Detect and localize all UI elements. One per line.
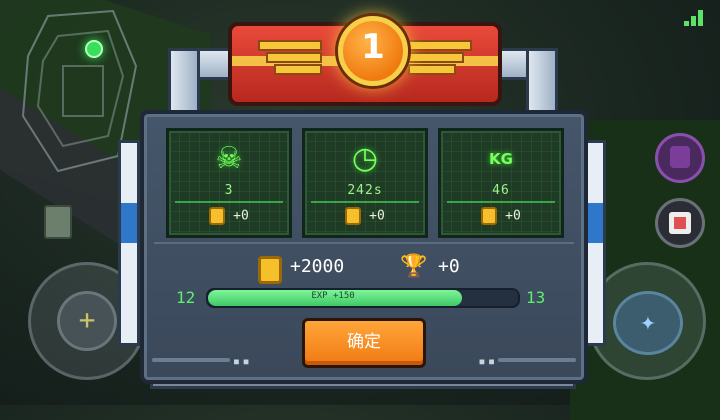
player-character <box>44 205 72 239</box>
trophy-icon: 🏆 <box>400 254 428 279</box>
skull-icon: ☠ <box>215 141 243 176</box>
panel-divider <box>154 242 574 244</box>
weight-value: 46 <box>492 183 510 198</box>
survival-time-value: 242s <box>347 183 383 198</box>
rank-banner: 1 <box>228 16 502 106</box>
experience-bar: EXP +150 <box>206 288 520 308</box>
frame-pipe-left <box>168 48 200 116</box>
rank-number: 1 <box>361 27 385 67</box>
plus-icon[interactable]: + <box>57 291 117 351</box>
action-icon[interactable]: ✦ <box>613 291 683 355</box>
clock-icon: ◷ <box>351 141 379 176</box>
frame-pipe-right <box>526 48 558 116</box>
trophy-reward: +0 <box>438 256 460 277</box>
decorative-track-right <box>498 358 576 362</box>
experience-bar-fill: EXP +150 <box>208 290 463 306</box>
decorative-dots-left: ■ ■ <box>234 357 249 366</box>
decorative-track-left <box>152 358 230 362</box>
wing-left-icon <box>258 40 328 80</box>
wing-right-icon <box>402 40 472 80</box>
weight-coin-bonus: +0 <box>441 207 561 225</box>
decorative-dots-right: ■ ■ <box>479 357 494 366</box>
stat-divider <box>311 201 419 203</box>
weight-bonus-text: +0 <box>505 208 521 224</box>
player-location-marker <box>85 40 103 58</box>
coin-icon <box>481 207 498 225</box>
survival-time-stat-card: ◷ 242s +0 <box>302 128 428 238</box>
kills-value: 3 <box>224 183 234 198</box>
weight-icon: KG <box>489 150 513 168</box>
time-bonus-text: +0 <box>369 208 385 224</box>
gold-reward: +2000 <box>290 256 345 277</box>
frame-side-left <box>118 140 140 346</box>
coin-icon <box>345 207 362 225</box>
kills-coin-bonus: +0 <box>169 207 289 225</box>
experience-row: 12 EXP +150 13 <box>144 286 584 308</box>
rewards-row: +2000 🏆 +0 <box>144 254 584 284</box>
kills-stat-card: ☠ 3 +0 <box>166 128 292 238</box>
confirm-button[interactable]: 确定 <box>302 318 426 368</box>
next-level: 13 <box>526 288 546 307</box>
kills-bonus-text: +0 <box>233 208 249 224</box>
stat-divider <box>447 201 555 203</box>
current-level: 12 <box>176 288 196 307</box>
gold-coin-icon <box>258 256 282 284</box>
experience-gain-label: EXP +150 <box>311 291 355 301</box>
coin-icon <box>209 207 226 225</box>
time-coin-bonus: +0 <box>305 207 425 225</box>
weight-stat-card: KG 46 +0 <box>438 128 564 238</box>
rank-medal: 1 <box>338 16 408 86</box>
character-skill-button[interactable] <box>655 133 705 183</box>
match-results-panel: ☠ 3 +0 ◷ 242s +0 KG 46 +0 +2000 🏆 +0 12 … <box>140 110 588 384</box>
stat-divider <box>175 201 283 203</box>
signal-strength-icon <box>684 10 706 26</box>
item-skill-button[interactable] <box>655 198 705 248</box>
